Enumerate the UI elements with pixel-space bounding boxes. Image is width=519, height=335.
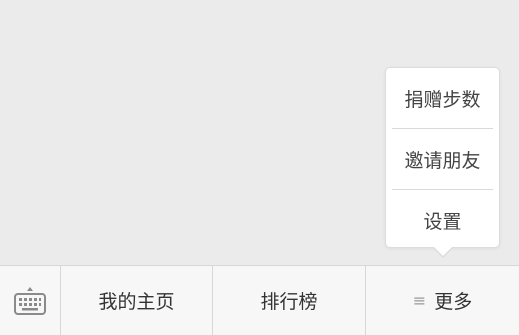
tab-label: 更多 <box>434 291 473 313</box>
chat-screen: 捐赠步数 邀请朋友 设置 我的主页 排行榜 ≡ 更多 <box>0 0 519 335</box>
popup-arrow <box>434 247 452 256</box>
bottom-menu-bar: 我的主页 排行榜 ≡ 更多 <box>0 265 519 335</box>
menu-item-donate-steps[interactable]: 捐赠步数 <box>386 68 499 128</box>
tab-leaderboard[interactable]: 排行榜 <box>213 266 366 335</box>
tab-label: 排行榜 <box>260 291 318 313</box>
more-popup-menu: 捐赠步数 邀请朋友 设置 <box>385 67 500 248</box>
tab-more[interactable]: ≡ 更多 <box>366 266 519 335</box>
tab-label: 我的主页 <box>98 291 175 313</box>
menu-lines-icon: ≡ <box>412 291 427 310</box>
menu-item-invite-friends[interactable]: 邀请朋友 <box>386 129 499 189</box>
keyboard-icon <box>14 286 46 315</box>
menu-item-settings[interactable]: 设置 <box>386 190 499 250</box>
keyboard-toggle-button[interactable] <box>0 266 61 335</box>
tab-my-homepage[interactable]: 我的主页 <box>61 266 213 335</box>
